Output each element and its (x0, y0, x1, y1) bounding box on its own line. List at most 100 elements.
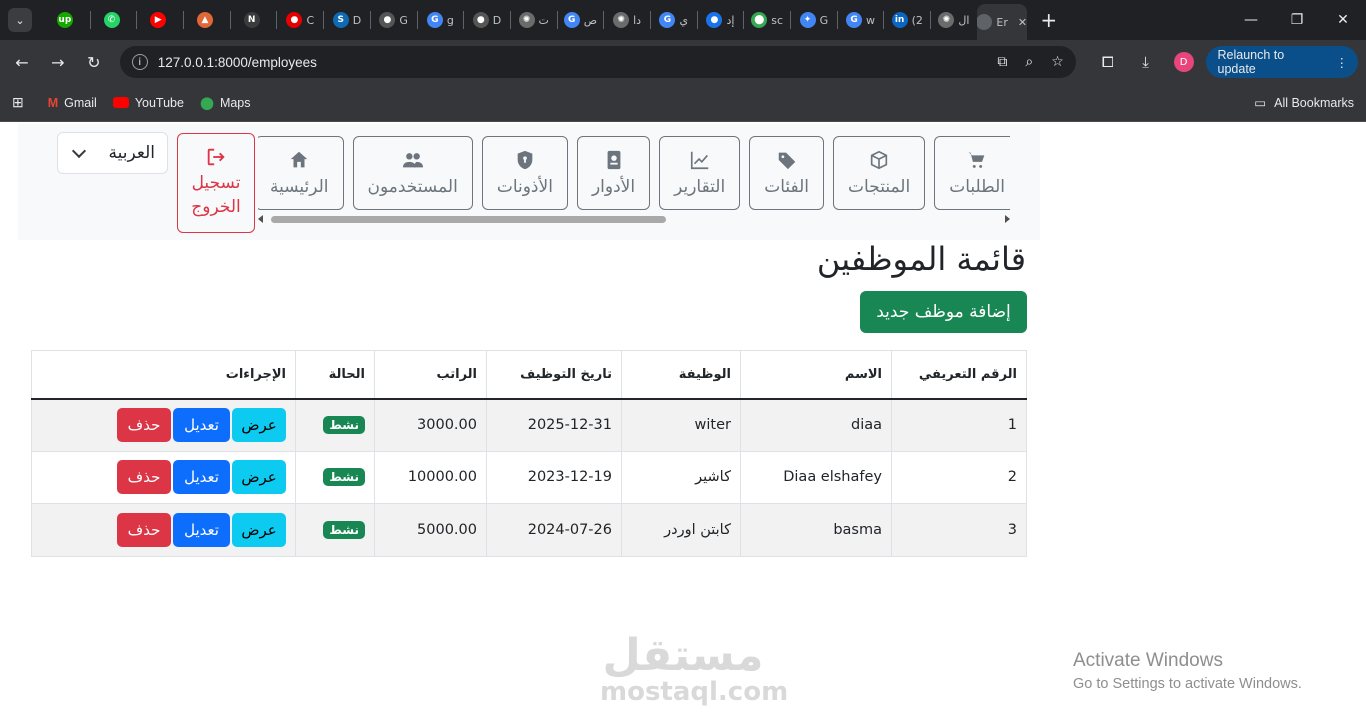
cell-job: witer (621, 398, 741, 452)
tab-title: إد (726, 13, 735, 27)
browser-tab[interactable]: Gg (418, 4, 464, 36)
forward-button[interactable]: → (44, 48, 72, 76)
browser-tab[interactable]: ✺ دا (604, 4, 650, 36)
close-tab-icon[interactable]: ✕ (1018, 16, 1027, 29)
browser-tab[interactable]: up (44, 4, 90, 36)
browser-tab[interactable]: ▶ (137, 4, 183, 36)
extensions-icon[interactable]: ⧠ (1094, 53, 1122, 71)
translate-icon[interactable]: ⧉ (997, 54, 1007, 70)
delete-button[interactable]: حذف (117, 460, 171, 495)
activation-title: Activate Windows (1073, 650, 1223, 671)
tab-title: G (399, 13, 408, 27)
relaunch-button[interactable]: Relaunch to update ⋮ (1205, 46, 1358, 78)
nav-item-cart[interactable]: الطلبات (934, 136, 1010, 210)
circle-app-icon: ● (706, 12, 723, 28)
add-employee-button[interactable]: إضافة موظف جديد (860, 291, 1027, 333)
nav-item-users[interactable]: المستخدمون (352, 136, 473, 210)
language-select[interactable]: العربية (57, 132, 168, 174)
browser-tab[interactable]: ▲ (184, 4, 230, 36)
site-info-icon[interactable]: i (131, 54, 148, 70)
view-button[interactable]: عرض (232, 460, 286, 495)
url-text[interactable]: 127.0.0.1:8000/employees (158, 55, 980, 70)
profile-avatar[interactable]: D (1173, 52, 1194, 72)
browser-tab[interactable]: Gw (838, 4, 884, 36)
nav-scrollbar[interactable] (258, 214, 1010, 224)
tab-title: دا (633, 13, 642, 27)
browser-tab[interactable]: Er ✕ (976, 4, 1027, 40)
edit-button[interactable]: تعديل (173, 460, 230, 495)
logout-button[interactable]: تسجيل الخروج (177, 133, 255, 233)
cell-hire-date: 2024-07-26 (486, 503, 622, 557)
all-bookmarks-button[interactable]: ▭ All Bookmarks (1254, 95, 1354, 111)
status-badge: نشط (323, 520, 365, 539)
browser-tab[interactable]: N (231, 4, 277, 36)
table-row: 1 diaa witer 2025-12-31 3000.00 نشط عرض تعديل حذ… (31, 398, 1027, 452)
col-header-salary: الراتب (374, 350, 487, 400)
nav-item-home[interactable]: الرئيسية (258, 136, 344, 210)
nav-item-label: الطلبات (949, 177, 1005, 197)
reload-button[interactable]: ↻ (80, 48, 108, 76)
nav-item-label: الرئيسية (269, 177, 329, 197)
cell-name: diaa (740, 398, 892, 452)
window-controls: — ❐ ✕ (1228, 0, 1366, 40)
arrow-left-icon: ← (15, 52, 29, 72)
close-window-button[interactable]: ✕ (1320, 0, 1366, 40)
back-button[interactable]: ← (8, 48, 36, 76)
nav-item-label: الفئات (764, 177, 810, 197)
cell-id: 3 (891, 503, 1027, 557)
delete-button[interactable]: حذف (117, 408, 171, 442)
browser-tab[interactable]: ✺ ت (511, 4, 557, 36)
browser-tab[interactable]: ✦ G (791, 4, 837, 36)
browser-tab[interactable]: ● إد (698, 4, 744, 36)
tab-search-button[interactable]: ⌄ (8, 8, 32, 32)
col-header-actions: الإجراءات (31, 350, 296, 400)
nav-item-label: الأدوار (591, 177, 636, 197)
col-header-id: الرقم التعريفي (891, 350, 1027, 400)
view-button[interactable]: عرض (232, 408, 286, 442)
new-tab-button[interactable]: + (1035, 6, 1063, 34)
edit-button[interactable]: تعديل (173, 512, 230, 547)
browser-tab[interactable]: ● G (371, 4, 417, 36)
minimize-button[interactable]: — (1228, 0, 1274, 40)
browser-tab[interactable]: ✆ (91, 4, 137, 36)
edit-button[interactable]: تعديل (173, 408, 230, 442)
maps-icon: ⬤ (751, 12, 768, 28)
browser-tab[interactable]: ✺ ال (931, 4, 977, 36)
nav-item-id-badge[interactable]: الأدوار (576, 136, 651, 210)
browser-tab[interactable]: ● D (464, 4, 510, 36)
nav-item-box[interactable]: المنتجات (833, 136, 926, 210)
table-row: 2 Diaa elshafey كاشير 2023-12-19 10000.00 نشط… (31, 450, 1027, 504)
tab-title: sc (771, 13, 784, 27)
scroll-right-arrow[interactable] (1005, 215, 1010, 223)
nav-item-shield[interactable]: الأذونات (481, 136, 568, 210)
browser-tab[interactable]: ● C (277, 4, 323, 36)
tab-title: D (352, 13, 362, 27)
bookmark-maps[interactable]: ⬤ Maps (200, 95, 251, 111)
nav-item-chart[interactable]: التقارير (659, 136, 741, 210)
browser-tab[interactable]: Gي (651, 4, 697, 36)
restore-button[interactable]: ❐ (1274, 0, 1320, 40)
download-icon[interactable]: ⤓ (1132, 53, 1160, 71)
view-button[interactable]: عرض (232, 512, 286, 547)
bookmark-youtube[interactable]: YouTube (112, 96, 184, 110)
youtube-icon: ▶ (150, 12, 167, 28)
apps-grid-icon[interactable]: ⊞ (12, 94, 24, 111)
tab-title: D (492, 13, 502, 27)
browser-tab[interactable]: ⬤ sc (744, 4, 790, 36)
browser-tab[interactable]: in (2 (884, 4, 930, 36)
zoom-icon[interactable]: ⌕ (1025, 54, 1033, 70)
address-bar[interactable]: i 127.0.0.1:8000/employees ⧉ ⌕ ☆ (119, 46, 1076, 78)
nav-item-label: المستخدمون (367, 177, 458, 197)
scroll-left-arrow[interactable] (258, 215, 263, 223)
bookmark-star-icon[interactable]: ☆ (1051, 54, 1064, 70)
bookmark-gmail[interactable]: M Gmail (48, 96, 97, 110)
row-actions: عرض تعديل حذف (41, 512, 286, 547)
cell-actions: عرض تعديل حذف (31, 398, 296, 452)
chart-icon (690, 151, 708, 170)
browser-tab[interactable]: SD (324, 4, 370, 36)
browser-tab[interactable]: Gص (558, 4, 604, 36)
scrollbar-thumb[interactable] (271, 216, 666, 223)
cell-name: Diaa elshafey (740, 450, 892, 504)
nav-item-tag[interactable]: الفئات (749, 136, 825, 210)
delete-button[interactable]: حذف (117, 512, 171, 547)
